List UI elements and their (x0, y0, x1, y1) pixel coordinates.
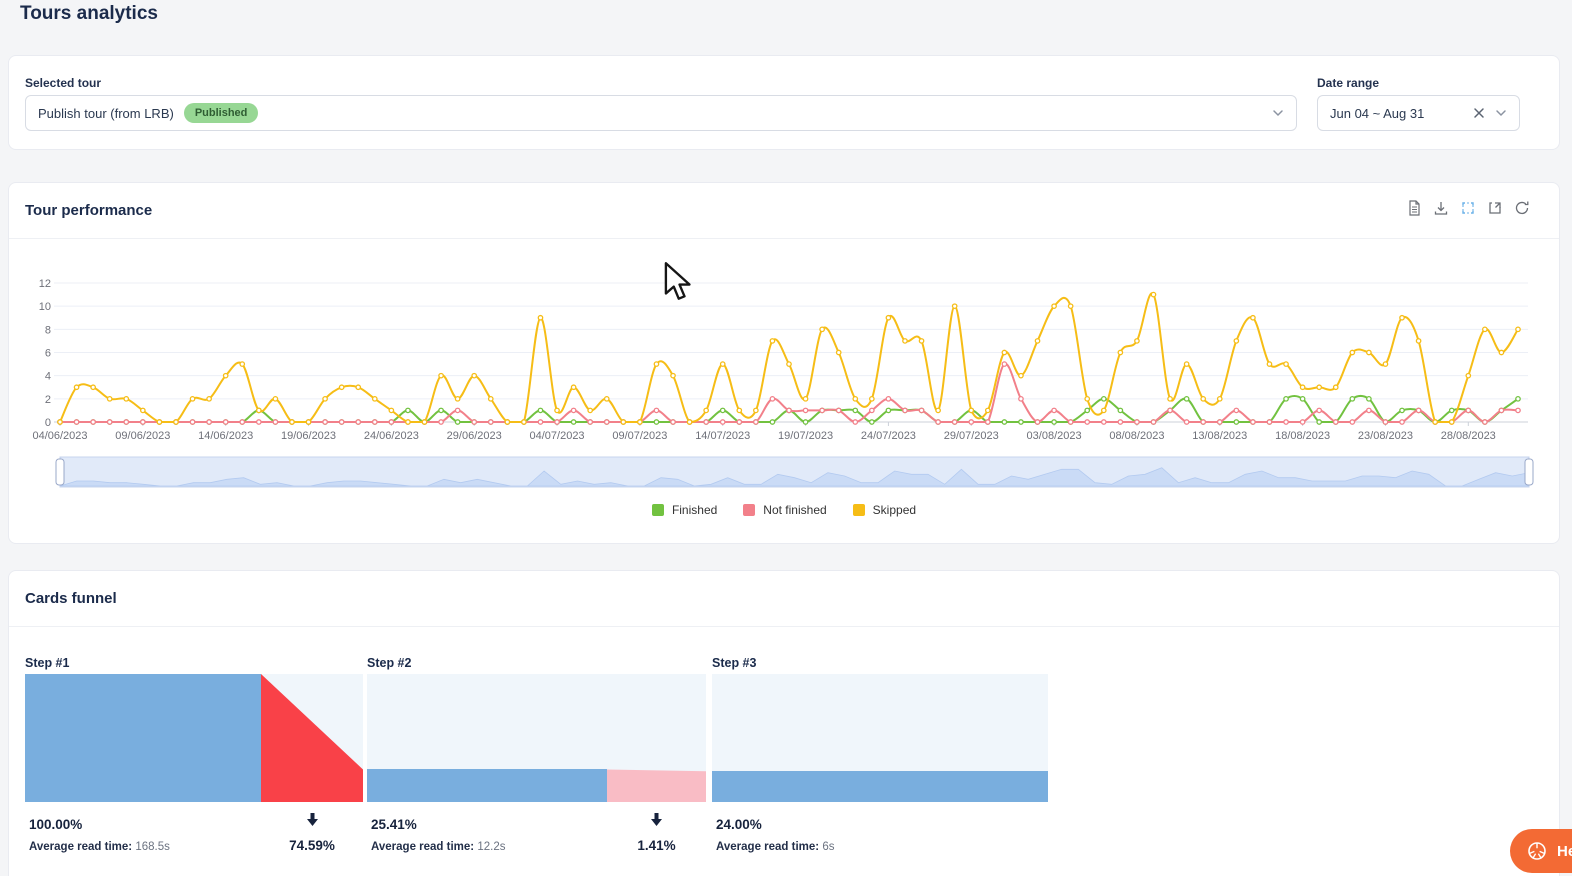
cards-funnel-title: Cards funnel (9, 571, 1559, 627)
svg-text:10: 10 (39, 301, 51, 313)
cards-funnel-panel: Cards funnel Step #1 Step #2 Step #3 100… (8, 570, 1560, 876)
svg-text:19/06/2023: 19/06/2023 (281, 430, 336, 442)
svg-text:04/07/2023: 04/07/2023 (530, 430, 585, 442)
download-image-icon[interactable] (1432, 199, 1450, 217)
svg-text:03/08/2023: 03/08/2023 (1027, 430, 1082, 442)
data-view-icon[interactable] (1405, 199, 1423, 217)
svg-text:14/07/2023: 14/07/2023 (695, 430, 750, 442)
step-1-bar (25, 674, 261, 802)
svg-text:29/07/2023: 29/07/2023 (944, 430, 999, 442)
finished-swatch-icon (651, 504, 664, 516)
help-button[interactable]: Help (1510, 829, 1572, 873)
tour-select[interactable]: Publish tour (from LRB) Published (25, 95, 1297, 131)
svg-text:24/07/2023: 24/07/2023 (861, 430, 916, 442)
legend-item-not-finished[interactable]: Not finished (743, 503, 827, 517)
drop-arrow-icon (651, 813, 662, 826)
date-range-label: Date range (1317, 76, 1380, 90)
svg-text:09/06/2023: 09/06/2023 (115, 430, 170, 442)
svg-text:2: 2 (45, 394, 51, 406)
selected-tour-label: Selected tour (25, 76, 102, 90)
skipped-swatch-icon (852, 504, 865, 516)
legend-label: Finished (671, 503, 718, 517)
step-1-percent: 100.00% (29, 817, 83, 832)
chevron-down-icon (1272, 107, 1284, 119)
legend-item-finished[interactable]: Finished (651, 503, 718, 517)
tour-select-value: Publish tour (from LRB) (38, 105, 174, 121)
svg-text:23/08/2023: 23/08/2023 (1358, 430, 1413, 442)
tour-performance-chart[interactable]: 0 2 4 6 8 10 12 04/06/2023 09/06/2023 14/06/2023 1… (9, 239, 1561, 501)
svg-text:19/07/2023: 19/07/2023 (778, 430, 833, 442)
data-zoom-slider (55, 456, 1534, 488)
svg-text:14/06/2023: 14/06/2023 (198, 430, 253, 442)
drop-2-caption: 1.41% (607, 813, 706, 853)
tour-performance-panel: Tour performance 0 2 4 6 8 10 12 04/06/2023 09/0… (8, 182, 1560, 544)
svg-text:12: 12 (39, 278, 51, 290)
mouse-cursor (664, 262, 691, 300)
tour-performance-title: Tour performance (9, 183, 1559, 239)
not-finished-swatch-icon (743, 504, 756, 516)
step-2-avg-read-time: Average read time: 12.2s (371, 841, 506, 853)
step-3-percent: 24.00% (716, 817, 762, 832)
step-2-label: Step #2 (367, 656, 412, 670)
page-title: Tours analytics (20, 3, 158, 24)
svg-text:04/06/2023: 04/06/2023 (32, 430, 87, 442)
drop-1-percent: 74.59% (289, 838, 335, 853)
step-3-track (712, 674, 1048, 802)
drop-arrow-icon (306, 813, 318, 826)
tours-analytics-page: { "page": { "title": "Tours analytics" }… (0, 0, 1572, 876)
svg-text:08/08/2023: 08/08/2023 (1109, 430, 1164, 442)
filters-panel: Selected tour Publish tour (from LRB) Pu… (8, 55, 1560, 150)
step-3-label: Step #3 (712, 656, 757, 670)
step-1-label: Step #1 (25, 656, 70, 670)
date-range-value: Jun 04 ~ Aug 31 (1330, 105, 1425, 121)
legend-label: Skipped (872, 503, 917, 517)
data-zoom-handle[interactable] (55, 458, 65, 486)
help-button-label: Help (1557, 842, 1572, 860)
chevron-down-icon (1495, 107, 1507, 119)
chart-legend: Finished Not finished Skipped (9, 503, 1559, 517)
svg-text:0: 0 (45, 417, 51, 429)
legend-item-skipped[interactable]: Skipped (852, 503, 917, 517)
restore-icon[interactable] (1513, 199, 1531, 217)
drop-1-caption: 74.59% (261, 813, 363, 853)
svg-text:18/08/2023: 18/08/2023 (1275, 430, 1330, 442)
step-1-dropoff-shape (261, 674, 363, 802)
step-3-avg-read-time: Average read time: 6s (716, 841, 835, 853)
clear-date-icon[interactable] (1473, 107, 1485, 119)
svg-text:4: 4 (45, 371, 51, 383)
step-1-avg-read-time: Average read time: 168.5s (29, 841, 170, 853)
svg-text:09/07/2023: 09/07/2023 (612, 430, 667, 442)
zoom-reset-icon[interactable] (1486, 199, 1504, 217)
svg-text:29/06/2023: 29/06/2023 (447, 430, 502, 442)
drop-2-percent: 1.41% (637, 838, 676, 853)
svg-text:8: 8 (45, 324, 51, 336)
legend-label: Not finished (763, 503, 827, 517)
step-2-percent: 25.41% (371, 817, 417, 832)
svg-text:28/08/2023: 28/08/2023 (1441, 430, 1496, 442)
data-zoom-handle[interactable] (1524, 458, 1534, 486)
svg-text:13/08/2023: 13/08/2023 (1192, 430, 1247, 442)
help-globe-icon (1528, 842, 1546, 860)
svg-text:6: 6 (45, 348, 51, 360)
svg-text:24/06/2023: 24/06/2023 (364, 430, 419, 442)
chart-toolbar (1405, 199, 1531, 217)
date-range-select[interactable]: Jun 04 ~ Aug 31 (1317, 95, 1520, 131)
tour-status-badge: Published (183, 103, 259, 123)
step-2-track (367, 674, 706, 802)
zoom-select-icon[interactable] (1459, 199, 1477, 217)
